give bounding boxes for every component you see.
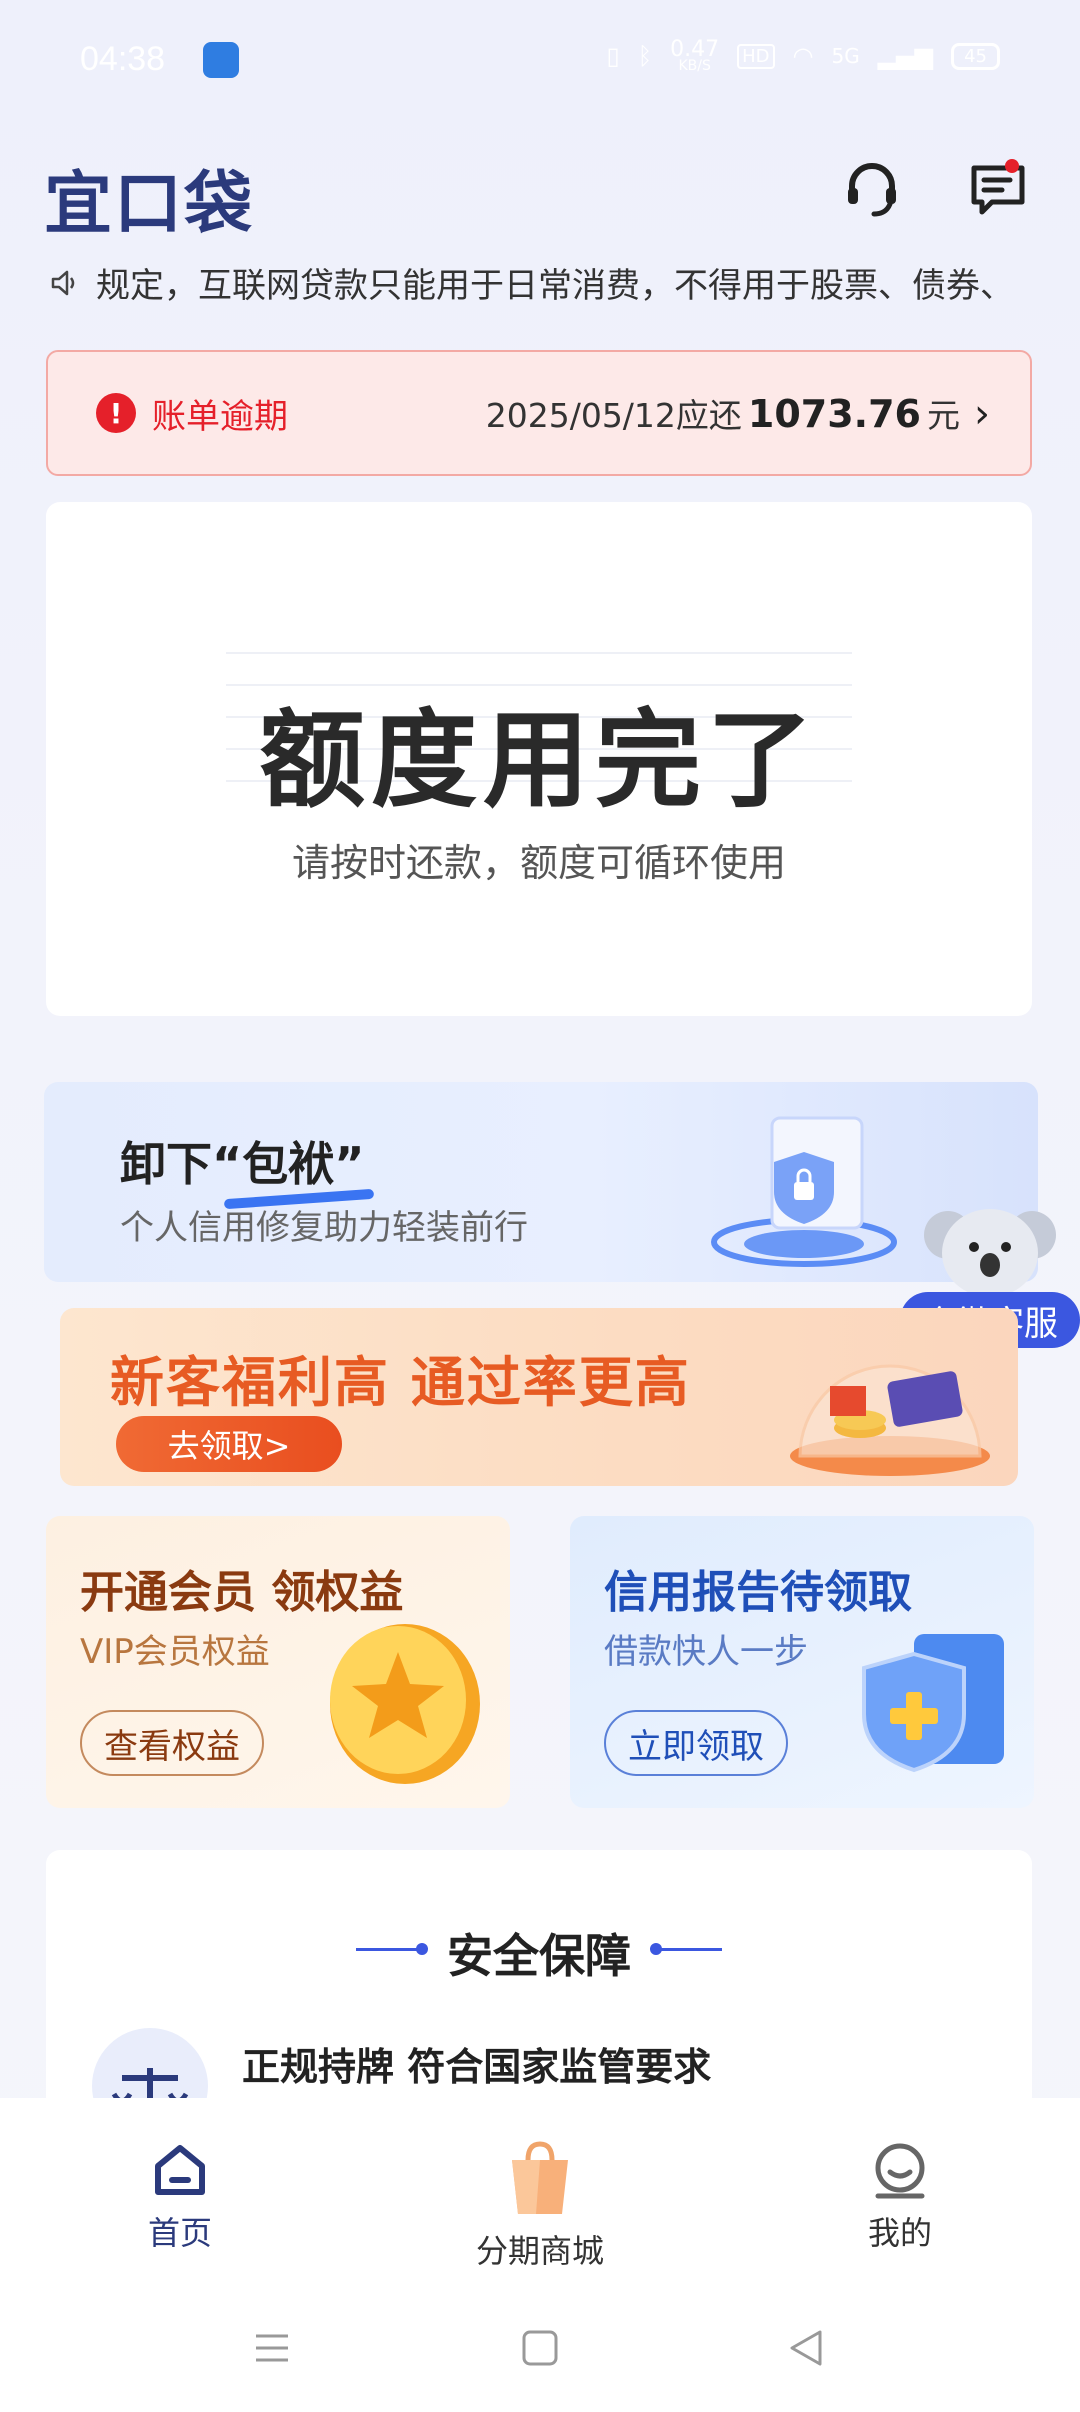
overdue-bill-bar[interactable]: ! 账单逾期 2025/05/12应还 1073.76 元 › xyxy=(46,350,1032,476)
notice-text: 规定，互联网贷款只能用于日常消费，不得用于股票、债券、 xyxy=(96,266,1014,306)
banner-title: 卸下“包袱” xyxy=(120,1137,365,1191)
notice-bar[interactable]: 规定，互联网贷款只能用于日常消费，不得用于股票、债券、 xyxy=(50,258,1040,307)
nav-profile-label: 我的 xyxy=(867,2214,932,2252)
menu-icon[interactable] xyxy=(252,2328,292,2368)
claim-report-button[interactable]: 立即领取 xyxy=(604,1710,788,1776)
headset-icon[interactable] xyxy=(842,158,902,218)
home-square-icon[interactable] xyxy=(520,2328,560,2368)
battery-level: 45 xyxy=(964,45,987,67)
new-customer-banner[interactable]: 新客福利高 通过率更高 去领取> xyxy=(60,1308,1018,1486)
vip-card[interactable]: 开通会员 领权益 VIP会员权益 查看权益 xyxy=(46,1516,510,1808)
profile-icon xyxy=(875,2143,925,2199)
due-unit: 元 xyxy=(927,396,960,435)
chevron-right-icon: › xyxy=(974,391,990,437)
network-type: 5G xyxy=(831,44,860,69)
alert-icon: ! xyxy=(96,393,136,433)
title-decor-line-right xyxy=(654,1948,722,1951)
quota-card: 额度用完了 请按时还款，额度可循环使用 xyxy=(46,502,1032,1016)
quota-title: 额度用完了 xyxy=(259,699,819,822)
star-coin-icon xyxy=(330,1624,480,1784)
speaker-icon xyxy=(51,270,75,295)
back-icon[interactable] xyxy=(786,2328,826,2368)
network-speed: 0.47 xyxy=(670,37,720,62)
bluetooth-icon: ᛒ xyxy=(637,42,653,71)
nav-home-label: 首页 xyxy=(147,2214,212,2252)
security-shield-icon xyxy=(711,1116,897,1267)
shopping-bag-icon xyxy=(512,2141,568,2214)
view-benefits-button[interactable]: 查看权益 xyxy=(80,1710,264,1776)
credit-card-subtitle: 借款快人一步 xyxy=(604,1632,808,1672)
banner-title: 新客福利高 通过率更高 xyxy=(110,1351,691,1414)
banner-subtitle: 个人信用修复助力轻装前行 xyxy=(120,1208,528,1248)
wifi-icon: ◠ xyxy=(792,42,814,71)
claim-button[interactable]: 去领取> xyxy=(116,1416,342,1472)
message-icon[interactable] xyxy=(968,158,1028,218)
due-date-text: 2025/05/12应还 xyxy=(485,396,742,435)
safety-item-licensed: 正规持牌 符合国家监管要求 xyxy=(242,2045,712,2089)
hd-badge: HD xyxy=(737,43,775,69)
nav-mall-label: 分期商城 xyxy=(475,2232,604,2270)
status-time: 04:38 xyxy=(80,40,166,78)
home-icon xyxy=(155,2145,205,2195)
vibrate-icon: ▯ xyxy=(606,42,620,71)
status-icons: ▯ ᛒ 0.47 KB/S HD ◠ 5G ▂▄▆ 45 xyxy=(606,37,1000,74)
nav-home[interactable]: 首页 xyxy=(80,2140,280,2254)
network-speed-unit: KB/S xyxy=(678,57,711,74)
battery-icon: 45 xyxy=(951,42,1000,70)
credit-report-card[interactable]: 信用报告待领取 借款快人一步 立即领取 xyxy=(570,1516,1034,1808)
signal-icon: ▂▄▆ xyxy=(877,42,934,71)
safety-title: 安全保障 xyxy=(447,1929,631,1983)
shield-plus-icon xyxy=(862,1634,1004,1773)
overdue-label: 账单逾期 xyxy=(152,396,288,437)
gift-dome-icon xyxy=(790,1364,990,1476)
nav-profile[interactable]: 我的 xyxy=(800,2140,1000,2254)
credit-repair-banner[interactable]: 卸下“包袱” 个人信用修复助力轻装前行 xyxy=(44,1082,1038,1282)
vip-card-subtitle: VIP会员权益 xyxy=(80,1632,270,1672)
app-logo: 宜口袋 xyxy=(44,165,255,244)
quota-subtitle: 请按时还款，额度可循环使用 xyxy=(291,841,786,885)
due-amount: 1073.76 xyxy=(747,392,921,436)
nav-mall[interactable]: 分期商城 xyxy=(440,2140,640,2272)
app-notification-icon xyxy=(203,42,239,78)
